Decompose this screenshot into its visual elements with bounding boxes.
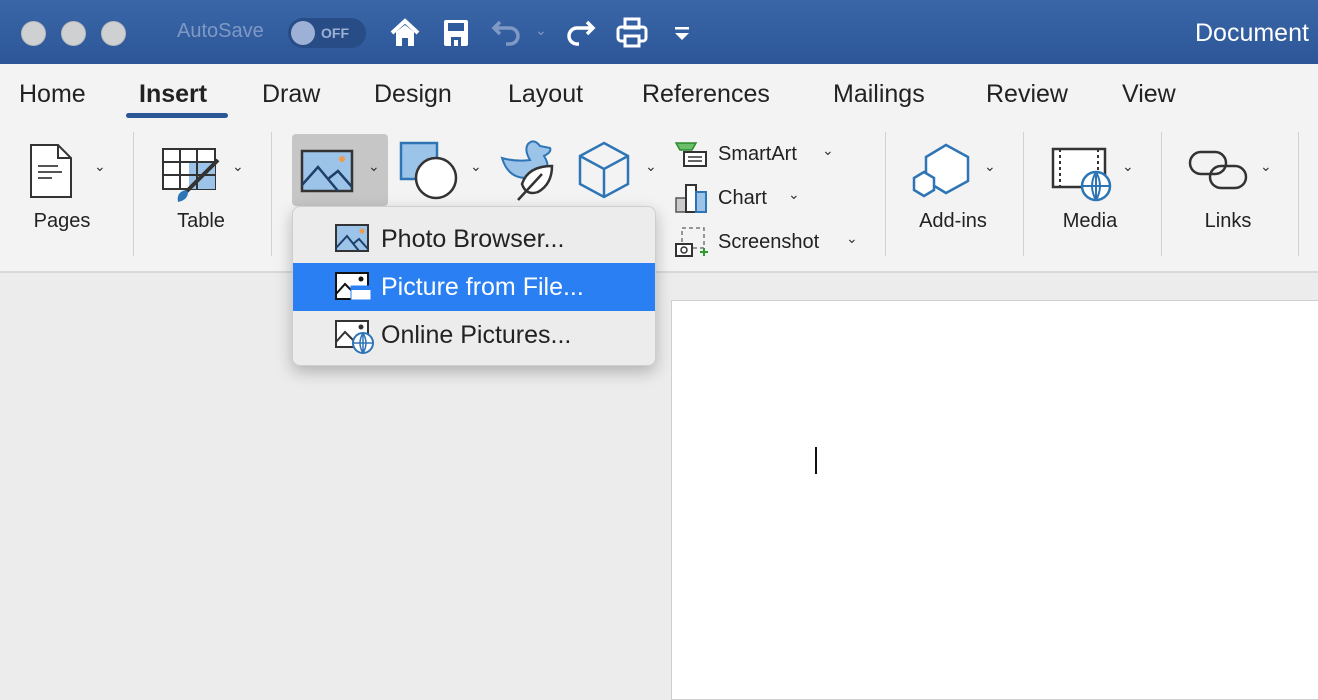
menu-item-online-pictures[interactable]: Online Pictures... xyxy=(293,311,655,359)
ribbon: ⌄ Pages ⌄ Table ⌄ ⌄ ⌄ SmartArt ⌄ Chart ⌄… xyxy=(0,126,1318,273)
chart-label[interactable]: Chart xyxy=(718,187,767,210)
tab-insert[interactable]: Insert xyxy=(139,80,207,109)
pages-chevron-icon[interactable]: ⌄ xyxy=(94,158,106,175)
autosave-state: OFF xyxy=(321,25,349,41)
add-ins-chevron-icon[interactable]: ⌄ xyxy=(984,158,996,175)
smartart-icon[interactable] xyxy=(674,140,708,168)
active-tab-indicator xyxy=(126,113,228,118)
add-ins-label[interactable]: Add-ins xyxy=(919,210,987,233)
document-title: Document xyxy=(1195,19,1309,47)
zoom-window-button[interactable] xyxy=(101,21,126,46)
menu-item-picture-from-file[interactable]: Picture from File... xyxy=(293,263,655,311)
media-label[interactable]: Media xyxy=(1063,210,1117,233)
pictures-dropdown-menu: Photo Browser... Picture from File... On… xyxy=(292,206,656,366)
media-icon[interactable] xyxy=(1050,146,1114,202)
tab-view[interactable]: View xyxy=(1122,80,1176,109)
chart-icon[interactable] xyxy=(674,182,708,214)
separator xyxy=(1298,132,1299,256)
add-ins-icon[interactable] xyxy=(912,142,972,200)
links-chevron-icon[interactable]: ⌄ xyxy=(1260,158,1272,175)
toggle-knob xyxy=(291,21,315,45)
tab-design[interactable]: Design xyxy=(374,80,452,109)
separator xyxy=(1023,132,1024,256)
title-bar: AutoSave OFF ⌄ Document xyxy=(0,0,1318,64)
links-label[interactable]: Links xyxy=(1205,210,1252,233)
screenshot-label[interactable]: Screenshot xyxy=(718,231,819,254)
tab-references[interactable]: References xyxy=(642,80,770,109)
photo-browser-icon xyxy=(335,224,369,252)
smartart-chevron-icon[interactable]: ⌄ xyxy=(822,142,834,159)
screenshot-icon[interactable] xyxy=(674,226,708,260)
table-chevron-icon[interactable]: ⌄ xyxy=(232,158,244,175)
undo-dropdown-chevron-icon[interactable]: ⌄ xyxy=(535,22,547,39)
shapes-chevron-icon[interactable]: ⌄ xyxy=(470,158,482,175)
print-icon[interactable] xyxy=(615,16,649,50)
screenshot-chevron-icon[interactable]: ⌄ xyxy=(846,230,858,247)
pictures-icon xyxy=(300,149,354,193)
pictures-button[interactable]: ⌄ xyxy=(292,134,388,206)
separator xyxy=(1161,132,1162,256)
customize-toolbar-icon[interactable] xyxy=(665,16,699,50)
chart-chevron-icon[interactable]: ⌄ xyxy=(788,186,800,203)
pages-label[interactable]: Pages xyxy=(34,210,91,233)
tab-layout[interactable]: Layout xyxy=(508,80,583,109)
document-page[interactable] xyxy=(671,300,1318,700)
menu-item-label: Online Pictures... xyxy=(381,321,572,349)
smartart-label[interactable]: SmartArt xyxy=(718,143,797,166)
menu-item-photo-browser[interactable]: Photo Browser... xyxy=(293,215,655,263)
save-icon[interactable] xyxy=(439,16,473,50)
icons-icon[interactable] xyxy=(498,138,558,202)
media-chevron-icon[interactable]: ⌄ xyxy=(1122,158,1134,175)
undo-icon[interactable] xyxy=(490,16,524,50)
menu-item-label: Photo Browser... xyxy=(381,225,565,253)
pictures-chevron-icon: ⌄ xyxy=(368,158,380,174)
3d-models-chevron-icon[interactable]: ⌄ xyxy=(645,158,657,175)
table-icon[interactable] xyxy=(160,146,222,204)
tab-draw[interactable]: Draw xyxy=(262,80,320,109)
separator xyxy=(885,132,886,256)
menu-item-label: Picture from File... xyxy=(381,273,584,301)
minimize-window-button[interactable] xyxy=(61,21,86,46)
picture-from-file-icon xyxy=(335,272,372,301)
separator xyxy=(271,132,272,256)
shapes-icon[interactable] xyxy=(398,140,460,200)
text-cursor xyxy=(815,447,817,474)
links-icon[interactable] xyxy=(1188,148,1250,192)
tab-home[interactable]: Home xyxy=(19,80,86,109)
home-icon[interactable] xyxy=(388,16,422,50)
close-window-button[interactable] xyxy=(21,21,46,46)
3d-models-icon[interactable] xyxy=(576,140,632,200)
redo-icon[interactable] xyxy=(563,16,597,50)
separator xyxy=(133,132,134,256)
autosave-toggle[interactable]: OFF xyxy=(288,18,366,48)
table-label[interactable]: Table xyxy=(177,210,225,233)
autosave-label: AutoSave xyxy=(177,20,264,42)
tab-mailings[interactable]: Mailings xyxy=(833,80,925,109)
tab-review[interactable]: Review xyxy=(986,80,1068,109)
pages-icon[interactable] xyxy=(28,142,74,200)
online-pictures-icon xyxy=(335,320,374,354)
